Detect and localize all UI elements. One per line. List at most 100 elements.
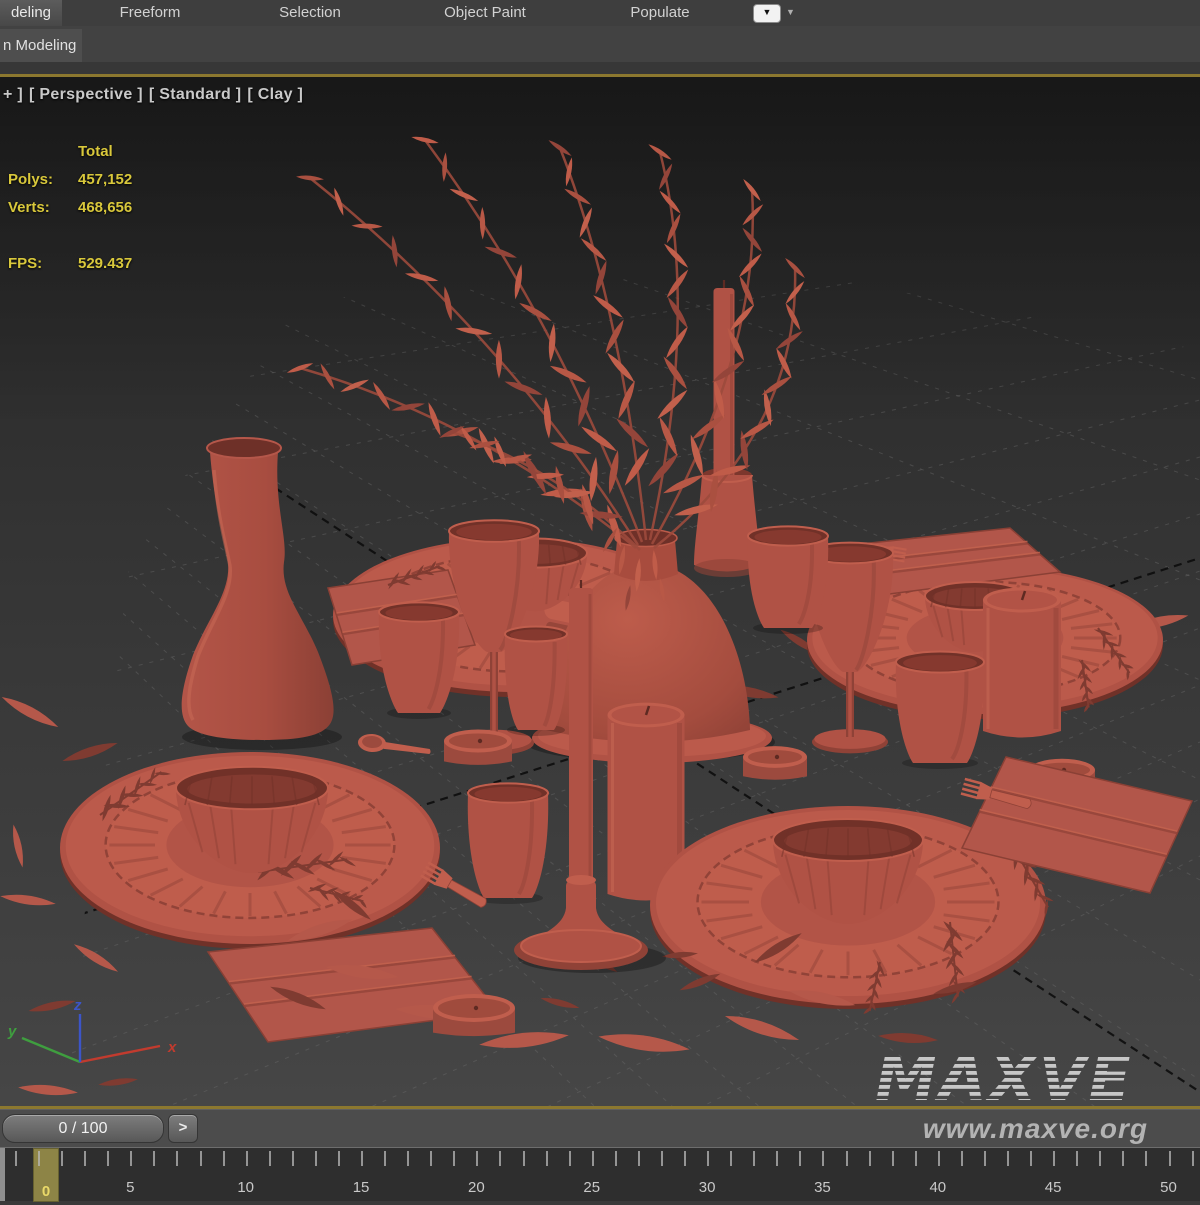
frame-tick-label: 15 [341,1179,381,1196]
next-frame-button[interactable]: > [168,1114,198,1143]
time-bar: 0 / 100 > www.maxve.org [0,1109,1200,1148]
ribbon-collapse-icon[interactable]: ▼ [753,4,781,23]
ribbon-panel-row: n Modeling [0,26,1200,62]
stats-verts-label: Verts: [8,199,50,216]
frame-tick-label: 10 [226,1179,266,1196]
frame-tick-label: 40 [918,1179,958,1196]
viewport-3d[interactable]: MAXVE x y z [0,0,1200,1205]
main-window: MAXVE x y z deling Freeform Selection Objec… [0,0,1200,1200]
cup-front-left[interactable] [468,783,548,904]
frame-tick [61,1151,63,1166]
frame-tick [176,1151,178,1166]
frame-tick [338,1151,340,1166]
tab-populate[interactable]: Populate [605,0,715,26]
frame-tick-label: 30 [687,1179,727,1196]
frame-tick [1145,1151,1147,1166]
watermark-url: www.maxve.org [923,1113,1148,1145]
frame-tick-label: 50 [1149,1179,1189,1196]
panel-polygon-modeling[interactable]: n Modeling [0,29,82,62]
frame-tick [361,1151,363,1166]
watermark-logo: MAXVE [875,1042,1133,1115]
frame-tick [638,1151,640,1166]
frame-tick [38,1151,40,1166]
stats-fps-value: 529.437 [78,255,132,272]
frame-tick [430,1151,432,1166]
frame-tick [130,1151,132,1166]
stats-polys-value: 457,152 [78,171,132,188]
stats-header: Total [78,143,113,160]
ribbon-tab-bar: deling Freeform Selection Object Paint P… [0,0,1200,26]
time-slider-frame-marker[interactable]: 0 [33,1148,59,1202]
frame-tick [476,1151,478,1166]
frame-tick [869,1151,871,1166]
frame-tick [822,1151,824,1166]
frame-tick-label: 20 [456,1179,496,1196]
frame-tick [961,1151,963,1166]
viewport-menu-general[interactable]: + ] [3,86,23,103]
chevron-down-icon[interactable]: ▼ [786,7,795,17]
track-bar[interactable]: 0 5 10 15 20 25 30 35 40 45 50 [0,1147,1200,1201]
viewport-menu-standard[interactable]: [ Standard ] [149,86,242,103]
frame-tick-label: 5 [110,1179,150,1196]
frame-tick [107,1151,109,1166]
frame-tick [315,1151,317,1166]
frame-tick [661,1151,663,1166]
frame-tick [799,1151,801,1166]
axis-x-label: x [167,1039,177,1056]
frame-tick [592,1151,594,1166]
viewport-canvas[interactable]: MAXVE x y z [0,0,1200,1200]
track-bar-edge [0,1148,5,1201]
cup-right-of-holder[interactable] [748,526,828,634]
frame-tick [1007,1151,1009,1166]
stats-polys-label: Polys: [8,171,53,188]
frame-tick [984,1151,986,1166]
frame-tick [892,1151,894,1166]
frame-tick [684,1151,686,1166]
frame-tick [269,1151,271,1166]
frame-tick [223,1151,225,1166]
tab-freeform[interactable]: Freeform [95,0,205,26]
frame-tick [569,1151,571,1166]
tea-light-center[interactable] [743,746,807,780]
frame-tick [384,1151,386,1166]
frame-tick [1192,1151,1194,1166]
svg-text:MAXVE: MAXVE [875,1042,1133,1115]
tab-selection[interactable]: Selection [255,0,365,26]
viewport-menu-pov[interactable]: [ Perspective ] [29,86,143,103]
frame-tick [153,1151,155,1166]
viewport-menu-shading[interactable]: [ Clay ] [247,86,303,103]
frame-tick [707,1151,709,1166]
frame-tick [546,1151,548,1166]
frame-tick [938,1151,940,1166]
frame-tick [499,1151,501,1166]
frame-tick [1030,1151,1032,1166]
frame-tick [15,1151,17,1166]
viewport-active-border-top [0,74,1200,77]
frame-tick [1076,1151,1078,1166]
frame-tick-label: 35 [802,1179,842,1196]
tea-light-front[interactable] [433,994,515,1036]
frame-tick-label: 45 [1033,1179,1073,1196]
frame-tick [453,1151,455,1166]
frame-tick [846,1151,848,1166]
cup-left[interactable] [505,627,568,736]
axis-z-label: z [73,997,82,1014]
frame-tick [915,1151,917,1166]
frame-tick [753,1151,755,1166]
frame-tick [407,1151,409,1166]
frame-tick [1122,1151,1124,1166]
current-frame-label: 0 [34,1183,58,1200]
frame-tick [84,1151,86,1166]
frame-tick [246,1151,248,1166]
frame-tick [776,1151,778,1166]
viewport-label: + ] [ Perspective ] [ Standard ] [ Clay ] [3,86,309,104]
stats-verts-value: 468,656 [78,199,132,216]
frame-tick-label: 25 [572,1179,612,1196]
axis-y-label: y [7,1023,17,1040]
time-slider[interactable]: 0 / 100 [2,1114,164,1143]
tab-modeling[interactable]: deling [0,0,62,26]
frame-tick [1169,1151,1171,1166]
frame-tick [523,1151,525,1166]
ribbon-strip [0,62,1200,74]
tab-object-paint[interactable]: Object Paint [410,0,560,26]
